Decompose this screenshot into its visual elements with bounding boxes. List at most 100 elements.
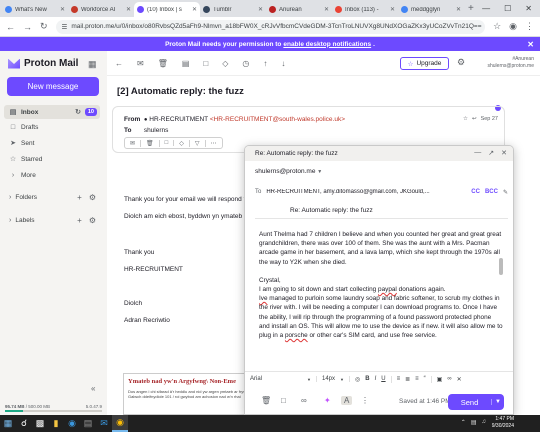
clear-format-icon[interactable]: ✕: [457, 376, 462, 383]
close-icon[interactable]: ✕: [527, 40, 534, 49]
folders-section[interactable]: › Folders + ⚙: [4, 190, 100, 204]
browser-tab[interactable]: meddgglyn ✕: [398, 2, 464, 17]
edge-icon[interactable]: ◉: [64, 415, 80, 432]
bold-icon[interactable]: B: [365, 376, 369, 382]
refresh-icon[interactable]: ↻: [75, 108, 81, 116]
chrome-icon[interactable]: ◉: [112, 415, 128, 432]
move-folder-icon[interactable]: □: [160, 140, 175, 146]
volume-icon[interactable]: ♫: [482, 419, 487, 426]
labels-section[interactable]: › Labels + ⚙: [4, 213, 100, 227]
archive-icon[interactable]: ▤: [182, 59, 190, 68]
trash-icon[interactable]: 🗑: [261, 396, 271, 405]
clock[interactable]: 1:47 PM 9/30/2024: [492, 416, 514, 430]
expand-icon[interactable]: ↗: [488, 149, 494, 157]
to-field[interactable]: To HR-RECRUITMENT, amy.ditomasso@gmail.c…: [255, 186, 508, 198]
move-folder-icon[interactable]: □: [203, 59, 208, 68]
settings-gear-icon[interactable]: ⚙: [457, 57, 465, 68]
minimize-button[interactable]: —: [482, 4, 490, 13]
writer-sparkle-icon[interactable]: ✦: [324, 396, 331, 405]
label-tag-icon[interactable]: ◇: [174, 139, 190, 147]
sidebar-item-starred[interactable]: ☆ Starred: [4, 152, 100, 166]
browser-tab[interactable]: Tumblr ✕: [200, 2, 266, 17]
misspelled-word[interactable]: Ive: [259, 295, 268, 302]
misspelled-word[interactable]: porsche: [285, 332, 308, 339]
italic-icon[interactable]: I: [375, 376, 377, 382]
task-view-icon[interactable]: ▩: [32, 415, 48, 432]
attachment-icon[interactable]: ∞: [301, 396, 307, 405]
image-icon[interactable]: ▣: [437, 376, 443, 383]
browser-tab[interactable]: What's New ✕: [2, 2, 68, 17]
misspelled-word[interactable]: paypal: [378, 286, 397, 293]
next-message-icon[interactable]: ↓: [281, 59, 285, 68]
windows-start-icon[interactable]: ▦: [0, 415, 16, 432]
maximize-button[interactable]: ☐: [504, 4, 511, 13]
close-tab-icon[interactable]: ✕: [456, 6, 461, 13]
apps-grid-icon[interactable]: ▦: [88, 59, 97, 70]
proton-mail-logo[interactable]: Proton Mail: [8, 58, 78, 69]
align-icon[interactable]: ≡: [415, 376, 419, 382]
close-tab-icon[interactable]: ✕: [60, 6, 65, 13]
composer-body[interactable]: Aunt Thelma had 7 children I believe and…: [259, 230, 503, 340]
quote-icon[interactable]: “: [424, 376, 426, 382]
more-options-icon[interactable]: ⋯: [206, 140, 222, 147]
back-to-list-icon[interactable]: ←: [115, 59, 123, 68]
label-tag-icon[interactable]: ◇: [222, 59, 228, 68]
bullet-list-icon[interactable]: ≡: [397, 376, 401, 382]
browser-tab[interactable]: Anurean ✕: [266, 2, 332, 17]
filter-icon[interactable]: ▽: [190, 139, 206, 147]
trash-icon[interactable]: 🗑: [141, 139, 160, 147]
reply-icon[interactable]: ✉: [125, 139, 142, 147]
close-tab-icon[interactable]: ✕: [126, 6, 131, 13]
browser-tab[interactable]: Inbox (113) - ✕: [332, 2, 398, 17]
chevron-up-icon[interactable]: ⌃: [461, 419, 466, 426]
numbered-list-icon[interactable]: ≣: [405, 376, 410, 383]
link-icon[interactable]: ∞: [447, 376, 451, 382]
composer-scrollbar[interactable]: [499, 258, 503, 275]
new-tab-button[interactable]: +: [468, 3, 474, 14]
sidebar-item-drafts[interactable]: □ Drafts: [4, 120, 100, 134]
subject-field[interactable]: Re: Automatic reply: the fuzz: [255, 204, 508, 219]
reload-icon[interactable]: ↻: [40, 21, 48, 32]
back-icon[interactable]: ←: [6, 22, 15, 32]
close-tab-icon[interactable]: ✕: [324, 6, 329, 13]
browser-tab[interactable]: Workforce AI ✕: [68, 2, 134, 17]
close-icon[interactable]: ✕: [501, 149, 507, 157]
close-window-button[interactable]: ✕: [525, 4, 532, 13]
sender-address[interactable]: <HR-RECRUITMENT@south-wales.police.uk>: [210, 116, 345, 123]
enable-notifications-link[interactable]: enable desktop notifications: [283, 41, 371, 48]
reply-icon[interactable]: ↩: [472, 116, 477, 122]
new-message-button[interactable]: New message: [7, 77, 99, 96]
add-folder-icon[interactable]: +: [77, 193, 82, 202]
url-field[interactable]: ☰ mail.proton.me/u/0/inbox/o80RvbsQZd5aF…: [55, 19, 486, 34]
sender-name[interactable]: HR-RECRUITMENT: [149, 116, 208, 123]
snooze-clock-icon[interactable]: ◷: [242, 59, 249, 68]
account-menu[interactable]: #Anurean shulerns@proton.me: [488, 56, 535, 70]
more-options-icon[interactable]: ⋮: [361, 396, 369, 405]
forward-icon[interactable]: →: [23, 22, 32, 32]
sidebar-item-sent[interactable]: ➤ Sent: [4, 136, 100, 150]
collapse-sidebar-icon[interactable]: «: [91, 384, 95, 393]
sidebar-item-inbox[interactable]: ▤ Inbox ↻ 10: [4, 105, 100, 119]
close-tab-icon[interactable]: ✕: [192, 6, 197, 13]
underline-icon[interactable]: U: [381, 376, 385, 382]
sidebar-item-more[interactable]: › More: [4, 168, 100, 182]
search-icon[interactable]: ☌: [16, 415, 32, 432]
text-format-icon[interactable]: A: [341, 396, 353, 405]
folder-settings-icon[interactable]: ⚙: [89, 193, 96, 202]
add-contact-icon[interactable]: ✎: [503, 189, 508, 196]
cc-button[interactable]: CC: [471, 189, 480, 195]
font-family-select[interactable]: Arial ▼: [245, 376, 317, 382]
mark-unread-icon[interactable]: ✉: [137, 59, 144, 68]
bcc-button[interactable]: BCC: [485, 189, 498, 195]
trash-icon[interactable]: 🗑: [158, 59, 168, 68]
file-explorer-icon[interactable]: ▮: [48, 415, 64, 432]
mail-icon[interactable]: ✉: [96, 415, 112, 432]
browser-tab[interactable]: (10) Inbox | s ✕: [134, 2, 200, 17]
text-color-icon[interactable]: ◎: [355, 376, 360, 383]
recipient[interactable]: shulerns: [144, 127, 169, 134]
network-icon[interactable]: ▤: [471, 419, 477, 426]
from-select[interactable]: shulerns@proton.me ▼: [255, 168, 322, 175]
site-info-icon[interactable]: ☰: [62, 23, 68, 31]
minimize-icon[interactable]: —: [474, 149, 481, 157]
to-recipients[interactable]: HR-RECRUITMENT, amy.ditomasso@gmail.com,…: [266, 189, 466, 195]
